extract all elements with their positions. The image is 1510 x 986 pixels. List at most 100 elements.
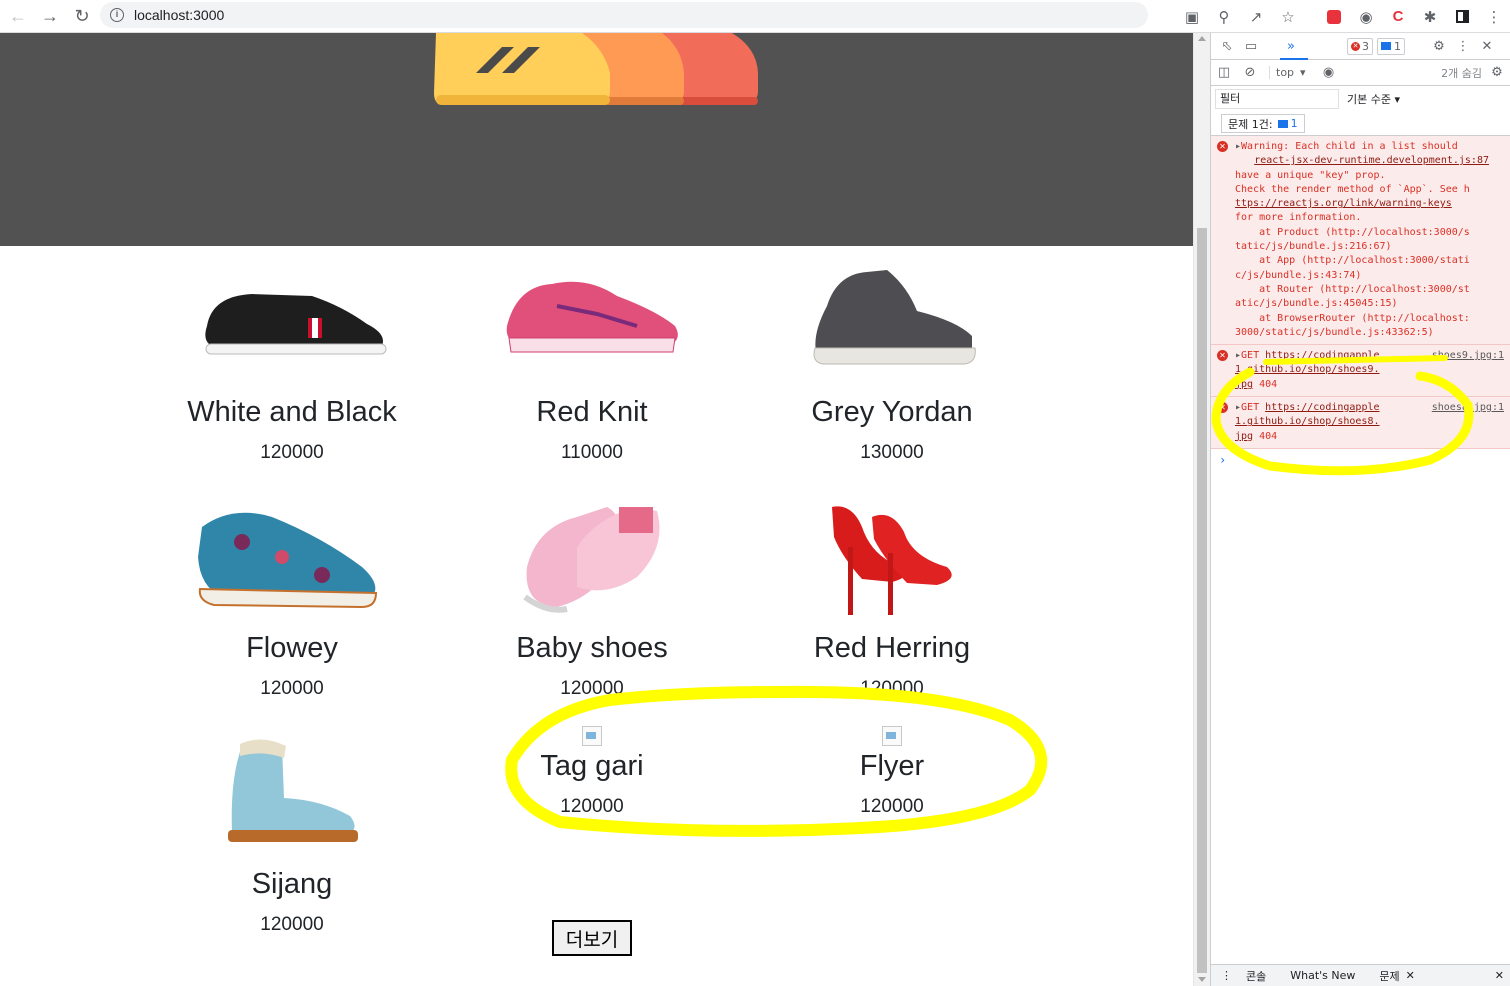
product-card: Red Knit 110000 (442, 256, 742, 464)
translate-icon[interactable]: ▣ (1176, 3, 1208, 31)
clear-console-icon[interactable]: ⊘ (1237, 65, 1263, 80)
stack-line[interactable]: tatic/js/bundle.js:216:67) (1235, 240, 1504, 254)
stack-line[interactable]: at BrowserRouter (http://localhost: (1235, 312, 1504, 326)
drawer-tab-issues[interactable]: 문제 (1379, 968, 1399, 984)
forward-icon[interactable]: → (36, 2, 64, 30)
product-price: 120000 (560, 796, 624, 817)
load-more-button[interactable]: 더보기 (552, 920, 632, 956)
error-count: 3 (1362, 39, 1369, 53)
request-method: GET (1241, 350, 1260, 362)
message-icon (1381, 42, 1391, 50)
stack-line[interactable]: 3000/static/js/bundle.js:43362:5) (1235, 326, 1504, 340)
product-price: 130000 (860, 442, 924, 463)
share-icon[interactable]: ↗ (1240, 3, 1272, 31)
sidebar-toggle-icon[interactable]: ◫ (1211, 65, 1237, 80)
issue-count: 1 (1394, 39, 1401, 53)
scroll-up-arrow-icon[interactable] (1198, 36, 1206, 41)
product-card: Sijang 120000 (142, 728, 442, 936)
device-toolbar-icon[interactable]: ▭ (1239, 39, 1263, 54)
product-image[interactable] (742, 256, 1042, 386)
reload-icon[interactable]: ↻ (68, 2, 96, 30)
extension-c-icon[interactable]: C (1382, 3, 1414, 31)
issue-count-badge[interactable]: 1 (1377, 37, 1405, 55)
stack-line[interactable]: at Router (http://localhost:3000/st (1235, 283, 1504, 297)
product-image[interactable] (142, 256, 442, 386)
devtools-panel: ⬁ ▭ » ✕ 3 1 ⚙ ⋮ ✕ ◫ ⊘ top ▾ ◉ 2개 숨김 ⚙ 필터 기… (1210, 33, 1510, 986)
close-devtools-icon[interactable]: ✕ (1475, 39, 1499, 54)
scroll-down-arrow-icon[interactable] (1198, 977, 1206, 982)
product-title: Baby shoes (516, 632, 668, 664)
product-price: 110000 (561, 442, 623, 463)
site-info-icon[interactable]: i (110, 8, 124, 22)
extensions-puzzle-icon[interactable]: ✱ (1414, 3, 1446, 31)
warning-link-line[interactable]: ttps://reactjs.org/link/warning-keys (1235, 197, 1504, 211)
broken-image-icon[interactable] (882, 726, 902, 746)
product-card: White and Black 120000 (142, 256, 442, 464)
warning-source-link[interactable]: react-jsx-dev-runtime.development.js:87 (1235, 154, 1489, 168)
issues-button[interactable]: 문제 1건: 1 (1221, 114, 1305, 133)
drawer-tab-whats-new[interactable]: What's New (1290, 969, 1355, 982)
product-title: Flyer (859, 750, 925, 782)
close-drawer-icon[interactable]: ✕ (1495, 969, 1504, 982)
error-source-link[interactable]: shoes9.jpg:1 (1432, 349, 1504, 363)
product-image[interactable] (142, 728, 442, 858)
product-title: Grey Yordan (811, 396, 973, 428)
stack-line[interactable]: atic/js/bundle.js:45045:15) (1235, 297, 1504, 311)
product-image[interactable] (742, 492, 1042, 622)
product-image[interactable] (142, 492, 442, 622)
live-expression-eye-icon[interactable]: ◉ (1316, 65, 1342, 80)
bookmark-star-icon[interactable]: ☆ (1272, 3, 1304, 31)
settings-gear-icon[interactable]: ⚙ (1427, 39, 1451, 54)
product-title: Flowey (246, 632, 338, 664)
drawer-menu-icon[interactable]: ⋮ (1221, 969, 1232, 982)
stack-line[interactable]: at App (http://localhost:3000/stati (1235, 254, 1504, 268)
address-bar[interactable]: i localhost:3000 (100, 2, 1148, 28)
scrollbar-thumb[interactable] (1197, 228, 1207, 973)
zoom-icon[interactable]: ⚲ (1208, 3, 1240, 31)
extension-red-icon[interactable] (1318, 3, 1350, 31)
drawer-tab-console[interactable]: 콘솔 (1246, 968, 1266, 984)
context-selector[interactable]: top ▾ (1269, 66, 1306, 79)
page-scrollbar[interactable] (1193, 33, 1210, 986)
console-error-message: ✕ shoes8.jpg:1 ▸GET https://codingapple1… (1211, 397, 1510, 449)
product-price: 120000 (560, 678, 624, 699)
product-image[interactable] (442, 482, 742, 622)
error-icon: ✕ (1217, 350, 1228, 362)
product-card: Grey Yordan 130000 (742, 256, 1042, 464)
request-method: GET (1241, 402, 1260, 414)
filter-row: 필터 기본 수준 ▾ (1211, 86, 1510, 112)
product-title: White and Black (187, 396, 397, 428)
extension-camera-icon[interactable]: ◉ (1350, 3, 1382, 31)
floral-oxford-image (198, 512, 378, 609)
hero-banner (0, 33, 1193, 246)
devtools-menu-icon[interactable]: ⋮ (1451, 39, 1475, 54)
warning-line: for more information. (1235, 212, 1362, 224)
error-count-badge[interactable]: ✕ 3 (1347, 37, 1373, 55)
console-warning-message: ✕ ▸Warning: Each child in a list should … (1211, 136, 1510, 346)
console-error-message: ✕ shoes9.jpg:1 ▸GET https://codingapple1… (1211, 345, 1510, 398)
stack-line[interactable]: c/js/bundle.js:43:74) (1235, 269, 1504, 283)
menu-kebab-icon[interactable]: ⋮ (1478, 3, 1510, 31)
close-tab-icon[interactable]: ✕ (1406, 969, 1415, 982)
side-panel-icon[interactable] (1446, 3, 1478, 31)
context-label: top (1276, 66, 1295, 79)
console-settings-gear-icon[interactable]: ⚙ (1484, 65, 1510, 80)
back-icon[interactable]: ← (4, 2, 32, 30)
error-icon: ✕ (1351, 41, 1360, 51)
issues-label: 문제 1건: (1228, 117, 1273, 131)
log-level-select[interactable]: 기본 수준 ▾ (1347, 91, 1400, 107)
more-tabs-icon[interactable]: » (1279, 39, 1303, 54)
error-source-link[interactable]: shoes8.jpg:1 (1432, 401, 1504, 415)
issues-count: 1 (1290, 117, 1298, 130)
filter-input[interactable]: 필터 (1215, 89, 1339, 109)
stack-line[interactable]: at Product (http://localhost:3000/s (1235, 226, 1504, 240)
product-card: Red Herring 120000 (742, 492, 1042, 700)
product-card: Tag gari 120000 (442, 726, 742, 818)
broken-image-icon[interactable] (582, 726, 602, 746)
product-title: Red Herring (813, 632, 971, 664)
product-image[interactable] (442, 256, 742, 386)
console-prompt[interactable]: › (1211, 449, 1510, 471)
inspect-element-icon[interactable]: ⬁ (1215, 39, 1239, 54)
devtools-tabbar: ⬁ ▭ » ✕ 3 1 ⚙ ⋮ ✕ (1211, 33, 1510, 60)
extension-icons: ▣ ⚲ ↗ ☆ ◉ C ✱ ⋮ (1176, 0, 1510, 33)
